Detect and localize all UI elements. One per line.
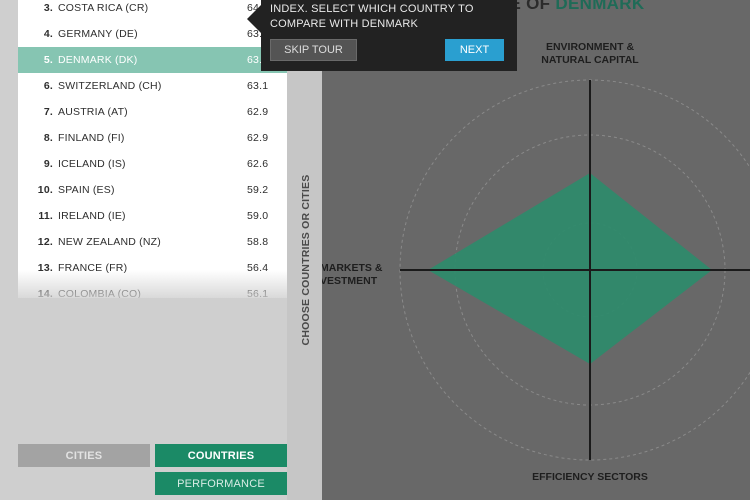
radar-chart bbox=[399, 79, 750, 461]
list-item-selected[interactable]: 5. DENMARK (DK) 63. bbox=[18, 47, 287, 73]
denmark-polygon bbox=[428, 173, 712, 364]
list-item-country: SPAIN (ES) bbox=[58, 184, 115, 196]
choose-tab-label: CHOOSE COUNTRIES OR CITIES bbox=[300, 174, 312, 346]
list-item-country: NEW ZEALAND (NZ) bbox=[58, 236, 161, 248]
tour-text: INDEX. SELECT WHICH COUNTRY TO COMPARE W… bbox=[270, 3, 474, 30]
list-item-score: 59.0 bbox=[247, 210, 269, 222]
list-fade bbox=[18, 270, 287, 300]
list-item-rank: 5. bbox=[43, 54, 53, 66]
list-item-country: SWITZERLAND (CH) bbox=[58, 80, 162, 92]
list-item-country: DENMARK (DK) bbox=[58, 54, 138, 66]
list-item-score: 58.8 bbox=[247, 236, 269, 248]
list-item-country: GERMANY (DE) bbox=[58, 28, 138, 40]
list-item[interactable]: 7. AUSTRIA (AT) 62.9 bbox=[18, 99, 287, 125]
axis-label-left: MARKETS & VESTMENT bbox=[320, 262, 383, 287]
list-item-score: 62.6 bbox=[247, 158, 269, 170]
tooltip-arrow bbox=[247, 5, 261, 33]
country-list[interactable]: 3. COSTA RICA (CR) 64 4. GERMANY (DE) 63.6 5. D… bbox=[18, 0, 287, 298]
list-item-score: 62.9 bbox=[247, 132, 269, 144]
cities-button[interactable]: CITIES bbox=[18, 444, 150, 467]
list-item-country: ICELAND (IS) bbox=[58, 158, 126, 170]
axis-label-bottom: EFFICIENCY SECTORS bbox=[532, 471, 648, 483]
list-item-score: 59.2 bbox=[247, 184, 269, 196]
chart-area: …MANCE OF DENMARK ENVIRONMENT & NATURAL … bbox=[320, 0, 750, 500]
list-item-rank: 6. bbox=[43, 80, 53, 92]
list-item-rank: 12. bbox=[37, 236, 53, 248]
list-item[interactable]: 9. ICELAND (IS) 62.6 bbox=[18, 151, 287, 177]
list-item-country: AUSTRIA (AT) bbox=[58, 106, 128, 118]
axis-label-top: ENVIRONMENT & NATURAL CAPITAL bbox=[541, 41, 639, 66]
list-item-rank: 8. bbox=[43, 132, 53, 144]
list-item[interactable]: 10. SPAIN (ES) 59.2 bbox=[18, 177, 287, 203]
list-item-score: 63.1 bbox=[247, 80, 269, 92]
list-item[interactable]: 8. FINLAND (FI) 62.9 bbox=[18, 125, 287, 151]
list-item-rank: 4. bbox=[43, 28, 53, 40]
list-item-score: 62.9 bbox=[247, 106, 269, 118]
list-item-country: IRELAND (IE) bbox=[58, 210, 126, 222]
list-item[interactable]: 12. NEW ZEALAND (NZ) 58.8 bbox=[18, 229, 287, 255]
next-button[interactable]: NEXT bbox=[445, 39, 504, 61]
list-item-rank: 11. bbox=[38, 210, 53, 222]
list-item-rank: 3. bbox=[43, 2, 53, 14]
list-item-rank: 7. bbox=[43, 106, 53, 118]
performance-button[interactable]: PERFORMANCE bbox=[155, 472, 287, 495]
country-panel: 3. COSTA RICA (CR) 64 4. GERMANY (DE) 63.6 5. D… bbox=[0, 0, 322, 500]
countries-button[interactable]: COUNTRIES bbox=[155, 444, 287, 467]
list-item-rank: 10. bbox=[37, 184, 53, 196]
list-item-country: COSTA RICA (CR) bbox=[58, 2, 149, 14]
chart-title-country: DENMARK bbox=[555, 0, 645, 13]
list-item-rank: 9. bbox=[43, 158, 53, 170]
list-item-country: FINLAND (FI) bbox=[58, 132, 125, 144]
list-item[interactable]: 11. IRELAND (IE) 59.0 bbox=[18, 203, 287, 229]
tour-tooltip: INDEX. SELECT WHICH COUNTRY TO COMPARE W… bbox=[247, 0, 517, 71]
list-item[interactable]: 6. SWITZERLAND (CH) 63.1 bbox=[18, 73, 287, 99]
skip-tour-button[interactable]: SKIP TOUR bbox=[270, 39, 357, 61]
